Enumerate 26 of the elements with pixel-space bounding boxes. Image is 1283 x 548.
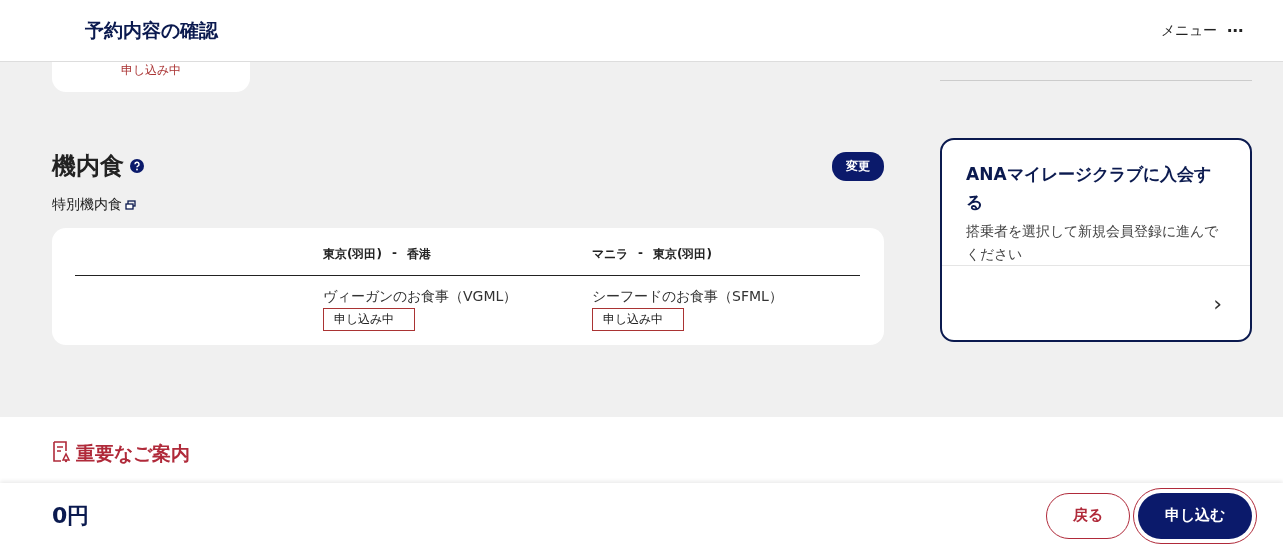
chevron-button[interactable]: ›: [1209, 290, 1226, 316]
membership-card[interactable]: ANAマイレージクラブに入会する 搭乗者を選択して新規会員登録に進んでください ›: [940, 138, 1252, 342]
route-separator: -: [391, 246, 397, 262]
back-button[interactable]: 戻る: [1046, 492, 1130, 539]
status-text: 申し込み中: [323, 308, 415, 331]
route-to: 香港: [406, 246, 431, 263]
card-description: 搭乗者を選択して新規会員登録に進んでください: [966, 222, 1219, 264]
route-to: 東京(羽田): [653, 246, 712, 263]
section-title: 機内食: [52, 151, 124, 182]
status-text: 申し込み中: [592, 308, 684, 331]
notice-title: 重要なご案内: [76, 441, 190, 466]
meal-name: ヴィーガンのお食事（VGML）: [323, 288, 518, 306]
route-from: マニラ: [592, 246, 628, 263]
document-icon: [52, 441, 72, 463]
page-title: 予約内容の確認: [85, 17, 218, 43]
card-title: ANAマイレージクラブに入会する: [966, 163, 1212, 214]
external-window-icon[interactable]: [125, 200, 136, 210]
status-text: 申し込み中: [121, 62, 181, 78]
route-separator: -: [638, 246, 643, 262]
help-icon[interactable]: [130, 159, 144, 173]
menu-button[interactable]: メニュー ⋯: [1161, 21, 1243, 40]
change-button[interactable]: 変更: [832, 151, 884, 181]
total-price: 0円: [52, 501, 90, 530]
meal-name: シーフードのお食事（SFML）: [592, 288, 783, 306]
subtitle: 特別機内食: [52, 196, 122, 214]
route-from: 東京(羽田): [323, 246, 382, 263]
